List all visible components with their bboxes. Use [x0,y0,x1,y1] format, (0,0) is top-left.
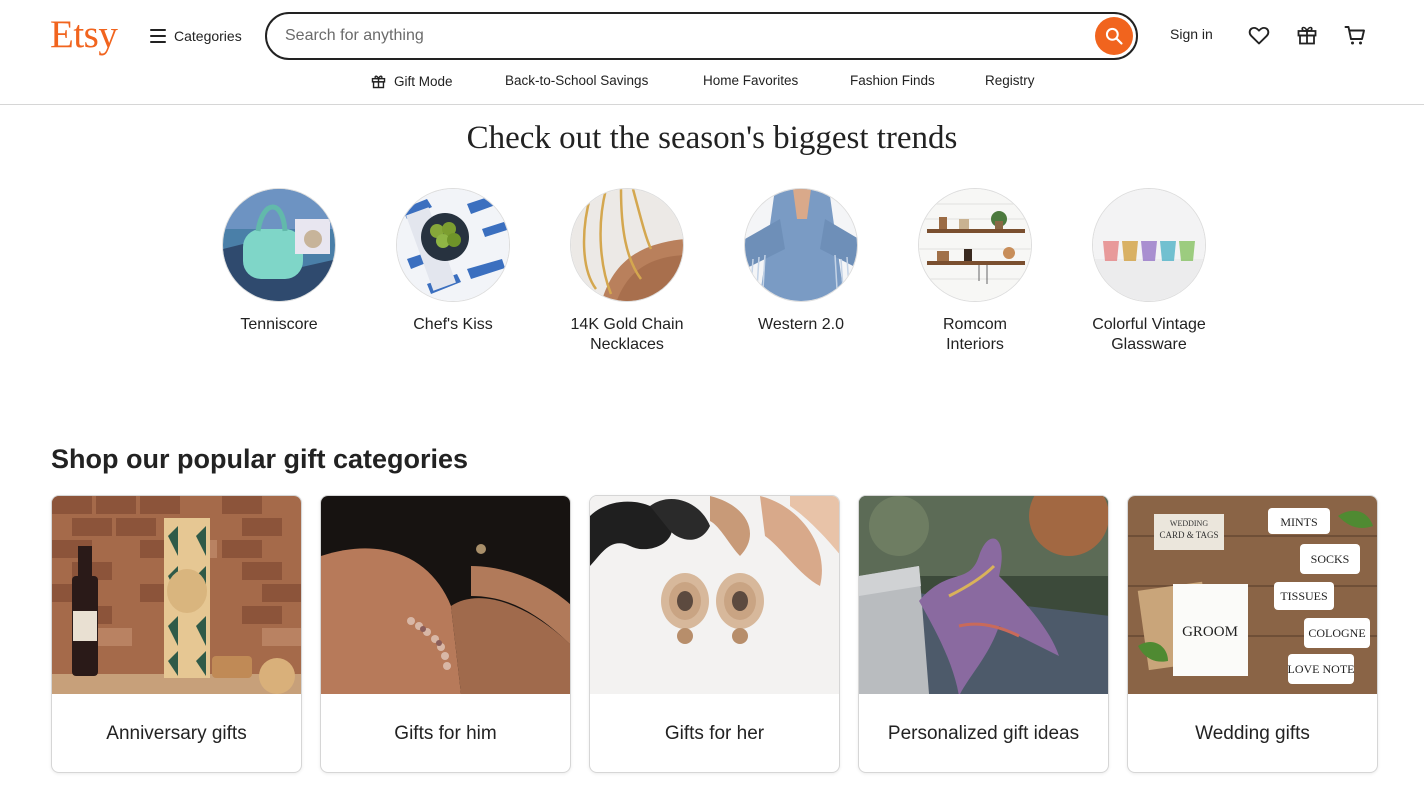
wedding-card-line1: WEDDING [1170,519,1208,528]
trend-image [744,188,858,302]
search-button[interactable] [1095,17,1133,55]
subnav-fashion-finds[interactable]: Fashion Finds [850,73,935,88]
etsy-logo[interactable]: Etsy [50,12,118,58]
subnav-home-favorites[interactable]: Home Favorites [703,73,798,88]
subnav-gift-mode[interactable]: Gift Mode [370,73,453,90]
gift-icon[interactable] [1294,22,1320,48]
gift-card-personalized[interactable]: Personalized gift ideas [858,495,1109,773]
subnav-label: Back-to-School Savings [505,73,649,88]
trend-image [570,188,684,302]
trend-label: Chef's Kiss [413,316,493,333]
trend-image [1092,188,1206,302]
wedding-tag: COLOGNE [1308,626,1365,640]
gift-card-for-her[interactable]: Gifts for her [589,495,840,773]
trend-image [396,188,510,302]
search-icon [1105,27,1123,45]
wedding-tag: MINTS [1280,515,1317,529]
trend-label: Romcom Interiors [942,316,1007,353]
trend-label: 14K Gold Chain Necklaces [570,316,684,353]
wedding-card-word: GROOM [1182,624,1238,640]
site-header: Etsy Categories Sign in Gift Mode Back-t… [0,0,1424,105]
gift-label: Personalized gift ideas [887,723,1080,744]
trend-label: Colorful Vintage Glassware [1092,316,1206,353]
trend-chefs-kiss[interactable]: Chef's Kiss [373,188,533,335]
gift-label: Wedding gifts [1195,723,1310,744]
subnav-label: Gift Mode [394,74,453,89]
gift-image [859,496,1108,694]
gift-label: Gifts for her [664,723,765,744]
trend-romcom-interiors[interactable]: Romcom Interiors [895,188,1055,355]
gift-categories-heading: Shop our popular gift categories [51,444,469,474]
gift-image [52,496,301,694]
subnav-label: Home Favorites [703,73,799,88]
gift-label: Anniversary gifts [106,723,247,744]
trend-vintage-glassware[interactable]: Colorful Vintage Glassware [1069,188,1229,355]
gift-image [321,496,570,694]
trend-tenniscore[interactable]: Tenniscore [199,188,359,335]
trend-gold-chain[interactable]: 14K Gold Chain Necklaces [547,188,707,355]
subnav-label: Fashion Finds [850,73,935,88]
gift-card-for-him[interactable]: Gifts for him [320,495,571,773]
wedding-tag: LOVE NOTE [1288,662,1355,676]
sign-in-link[interactable]: Sign in [1170,26,1213,42]
wedding-tag: TISSUES [1280,589,1327,603]
trends-heading: Check out the season's biggest trends [466,120,958,156]
gift-image [590,496,839,694]
gift-card-wedding[interactable]: WEDDING CARD & TAGS GROOM MINTS SOCKS TI… [1127,495,1378,773]
gift-image: WEDDING CARD & TAGS GROOM MINTS SOCKS TI… [1128,496,1377,694]
hamburger-icon [150,29,166,43]
gift-card-anniversary[interactable]: Anniversary gifts [51,495,302,773]
favorites-heart-icon[interactable] [1246,22,1272,48]
search-bar [265,12,1138,60]
cart-icon[interactable] [1342,22,1368,48]
categories-button[interactable]: Categories [150,24,242,48]
trend-image [918,188,1032,302]
categories-label: Categories [174,28,242,44]
search-input[interactable] [285,24,1085,48]
subnav-back-to-school[interactable]: Back-to-School Savings [505,73,648,88]
wedding-tag: SOCKS [1311,552,1350,566]
trend-western[interactable]: Western 2.0 [721,188,881,335]
trend-image [222,188,336,302]
wedding-card-line2: CARD & TAGS [1159,530,1218,540]
sub-navigation: Gift Mode Back-to-School Savings Home Fa… [0,70,1424,94]
trend-label: Western 2.0 [758,316,844,333]
gift-icon [371,75,386,89]
trend-label: Tenniscore [240,316,318,333]
gift-label: Gifts for him [394,723,497,744]
subnav-label: Registry [985,73,1035,88]
subnav-registry[interactable]: Registry [985,73,1035,88]
